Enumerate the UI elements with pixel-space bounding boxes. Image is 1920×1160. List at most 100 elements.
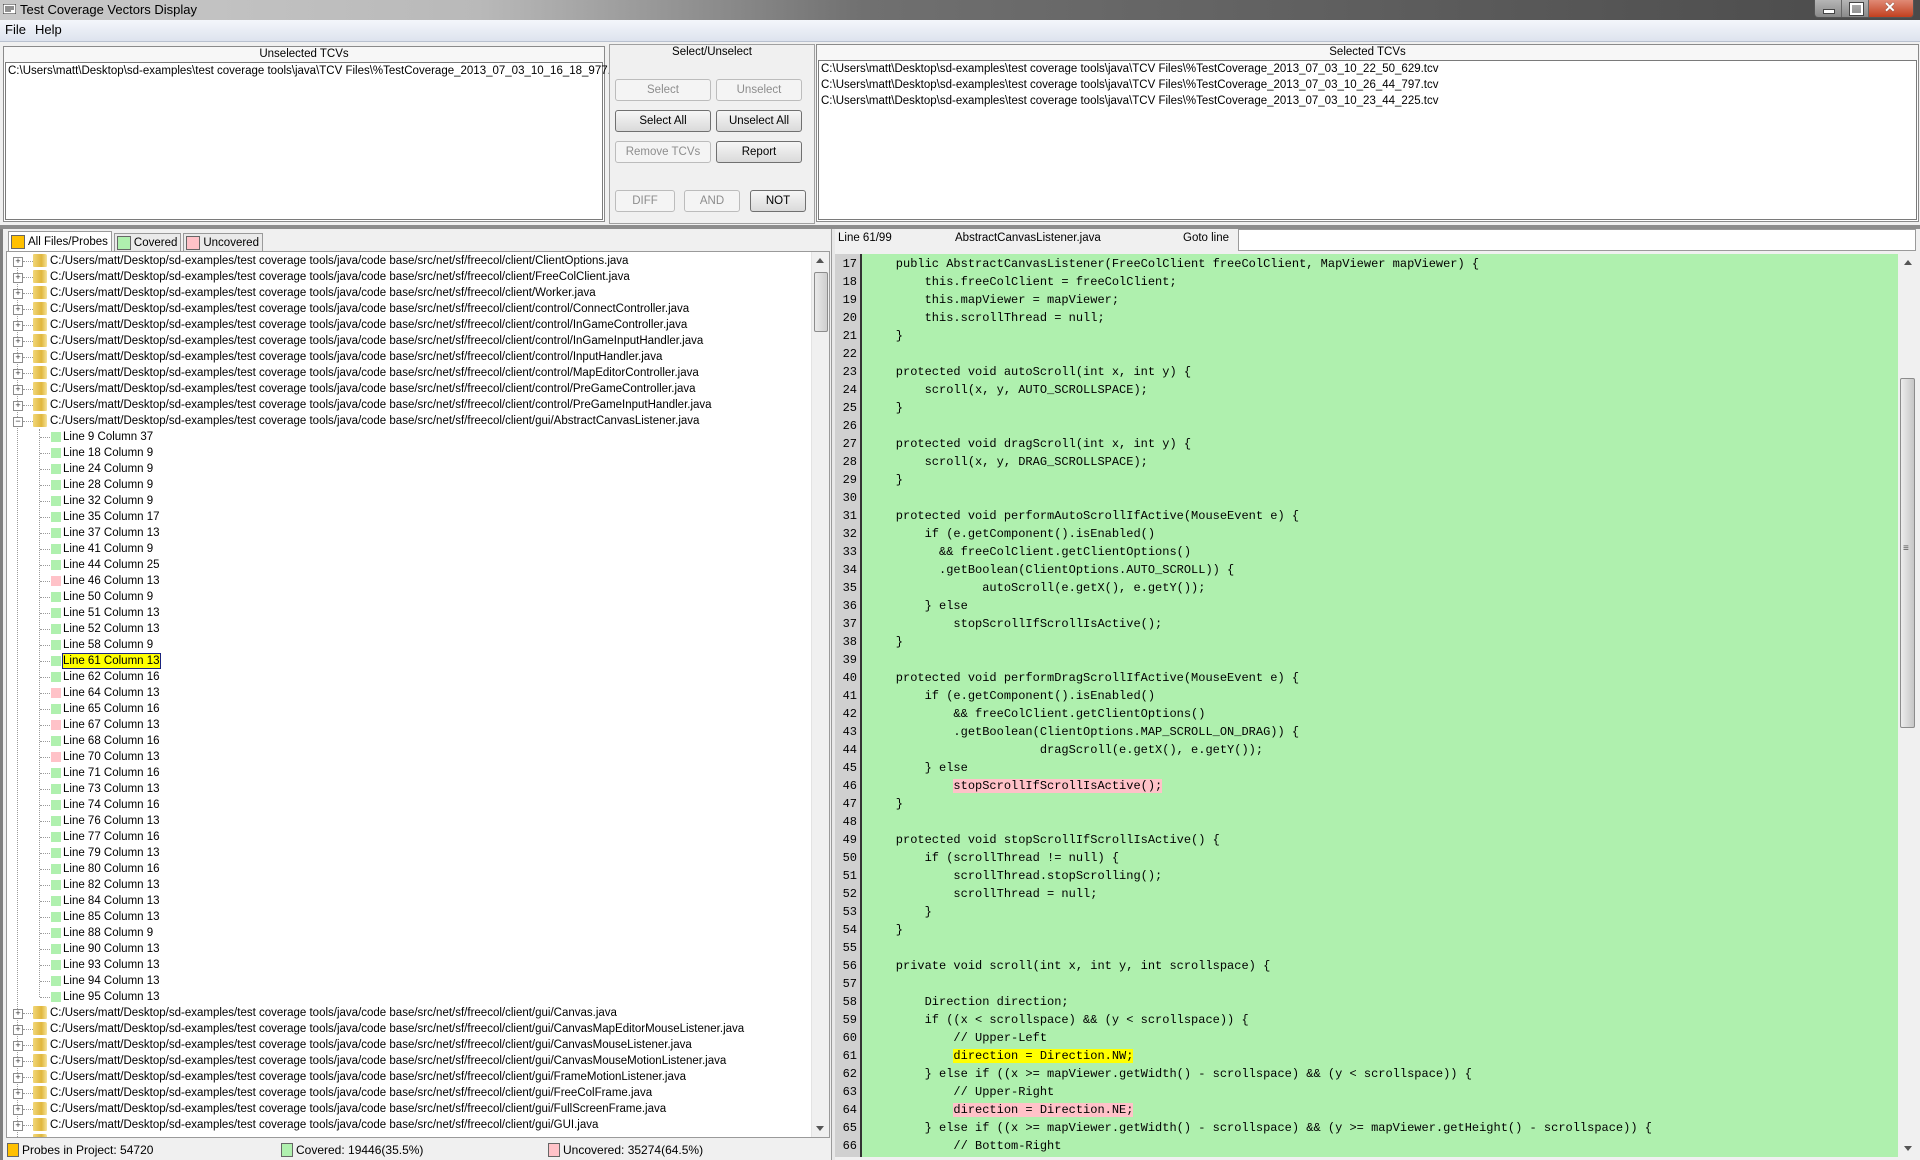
tree-probe-row[interactable]: Line 52 Column 13 [7,621,307,637]
and-button[interactable]: AND [684,190,740,212]
probe-label[interactable]: Line 46 Column 13 [62,573,161,589]
tree-file-label[interactable]: C:/Users/matt/Desktop/sd-examples/test c… [50,397,712,413]
scroll-down-icon[interactable] [816,1126,824,1131]
tab-all-files-probes[interactable]: All Files/Probes [8,231,112,252]
tree-probe-row[interactable]: Line 76 Column 13 [7,813,307,829]
tree-file-label[interactable]: C:/Users/matt/Desktop/sd-examples/test c… [50,1117,598,1133]
tree-file-row[interactable]: − C:/Users/matt/Desktop/sd-examples/test … [7,413,807,429]
probe-label[interactable]: Line 90 Column 13 [62,941,161,957]
tree-file-label[interactable]: C:/Users/matt/Desktop/sd-examples/test c… [50,1101,666,1117]
select-all-button[interactable]: Select All [615,110,711,132]
tree-file-label[interactable]: C:/Users/matt/Desktop/sd-examples/test c… [50,333,703,349]
list-item[interactable]: C:\Users\matt\Desktop\sd-examples\test c… [819,61,1916,77]
probe-label[interactable]: Line 68 Column 16 [62,733,161,749]
tree-file-row[interactable]: + C:/Users/matt/Desktop/sd-examples/test … [7,1053,807,1069]
tree-file-row[interactable]: + C:/Users/matt/Desktop/sd-examples/test … [7,269,807,285]
tree-probe-row[interactable]: Line 74 Column 16 [7,797,307,813]
collapse-icon[interactable]: − [13,417,23,427]
tree-probe-row[interactable]: Line 37 Column 13 [7,525,307,541]
tree-file-row[interactable]: + C:/Users/matt/Desktop/sd-examples/test … [7,1117,807,1133]
probe-label[interactable]: Line 9 Column 37 [62,429,154,445]
tree-file-row[interactable]: + C:/Users/matt/Desktop/sd-examples/test … [7,333,807,349]
probe-label[interactable]: Line 52 Column 13 [62,621,161,637]
probe-label[interactable]: Line 50 Column 9 [62,589,154,605]
tree-probe-row[interactable]: Line 73 Column 13 [7,781,307,797]
tree-file-row[interactable]: + C:/Users/matt/Desktop/sd-examples/test … [7,397,807,413]
expand-icon[interactable]: + [13,353,23,363]
tree-probe-row[interactable]: Line 84 Column 13 [7,893,307,909]
code-view[interactable]: 17 public AbstractCanvasListener(FreeCol… [835,254,1898,1157]
expand-icon[interactable]: + [13,1025,23,1035]
not-button[interactable]: NOT [750,190,806,212]
goto-line-input[interactable] [1238,229,1916,251]
probe-label[interactable]: Line 88 Column 9 [62,925,154,941]
probe-label[interactable]: Line 44 Column 25 [62,557,161,573]
tree-probe-row[interactable]: Line 94 Column 13 [7,973,307,989]
tree-file-row[interactable]: + C:/Users/matt/Desktop/sd-examples/test … [7,1069,807,1085]
expand-icon[interactable]: + [13,257,23,267]
tree-probe-row[interactable]: Line 44 Column 25 [7,557,307,573]
tree-probe-row[interactable]: Line 46 Column 13 [7,573,307,589]
probe-label[interactable]: Line 94 Column 13 [62,973,161,989]
tree-file-label[interactable]: C:/Users/matt/Desktop/sd-examples/test c… [50,1053,726,1069]
tree-file-row[interactable]: + C:/Users/matt/Desktop/sd-examples/test … [7,1085,807,1101]
tree-file-label[interactable]: C:/Users/matt/Desktop/sd-examples/test c… [50,285,596,301]
probe-label[interactable]: Line 70 Column 13 [62,749,161,765]
probe-label[interactable]: Line 84 Column 13 [62,893,161,909]
tree-probe-row[interactable]: Line 35 Column 17 [7,509,307,525]
unselect-all-button[interactable]: Unselect All [716,110,802,132]
tree-probe-row[interactable]: Line 58 Column 9 [7,637,307,653]
probe-label[interactable]: Line 80 Column 16 [62,861,161,877]
tree-probe-row[interactable]: Line 67 Column 13 [7,717,307,733]
tree-probe-row[interactable]: Line 79 Column 13 [7,845,307,861]
tree-file-row[interactable]: + C:/Users/matt/Desktop/sd-examples/test … [7,301,807,317]
probe-label[interactable]: Line 35 Column 17 [62,509,161,525]
report-button[interactable]: Report [716,141,802,163]
expand-icon[interactable]: + [13,305,23,315]
tree-probe-row[interactable]: Line 80 Column 16 [7,861,307,877]
unselect-button[interactable]: Unselect [716,79,802,101]
tree-file-label[interactable]: C:/Users/matt/Desktop/sd-examples/test c… [50,1005,617,1021]
tab-covered[interactable]: Covered [113,233,182,252]
probe-label[interactable]: Line 32 Column 9 [62,493,154,509]
tree-probe-row[interactable]: Line 70 Column 13 [7,749,307,765]
tree-file-label[interactable]: C:/Users/matt/Desktop/sd-examples/test c… [50,1021,744,1037]
probe-label[interactable]: Line 41 Column 9 [62,541,154,557]
tree-probe-row[interactable]: Line 50 Column 9 [7,589,307,605]
tree-probe-row[interactable]: Line 90 Column 13 [7,941,307,957]
select-button[interactable]: Select [615,79,711,101]
tree-file-row[interactable]: + C:/Users/matt/Desktop/sd-examples/test … [7,1005,807,1021]
tree-probe-row[interactable]: Line 71 Column 16 [7,765,307,781]
close-button[interactable]: ✕ [1869,0,1913,17]
probe-label[interactable]: Line 61 Column 13 [62,653,161,669]
expand-icon[interactable]: + [13,385,23,395]
tree-probe-row[interactable]: Line 93 Column 13 [7,957,307,973]
maximize-button[interactable] [1842,0,1869,17]
expand-icon[interactable]: + [13,369,23,379]
tree-file-row[interactable]: + C:/Users/matt/Desktop/sd-examples/test … [7,365,807,381]
tree-probe-row[interactable]: Line 32 Column 9 [7,493,307,509]
tree-file-row[interactable]: + C:/Users/matt/Desktop/sd-examples/test … [7,285,807,301]
probe-label[interactable]: Line 95 Column 13 [62,989,161,1005]
tree-probe-row[interactable]: Line 9 Column 37 [7,429,307,445]
expand-icon[interactable]: + [13,321,23,331]
probe-label[interactable]: Line 65 Column 16 [62,701,161,717]
tab-uncovered[interactable]: Uncovered [183,233,263,252]
probe-label[interactable]: Line 18 Column 9 [62,445,154,461]
probe-label[interactable]: Line 77 Column 16 [62,829,161,845]
tree-probe-row[interactable]: Line 28 Column 9 [7,477,307,493]
tree-file-label[interactable]: C:/Users/matt/Desktop/sd-examples/test c… [50,365,699,381]
probe-label[interactable]: Line 37 Column 13 [62,525,161,541]
tree-file-label[interactable]: C:/Users/matt/Desktop/sd-examples/test c… [50,301,689,317]
tree-file-label[interactable]: C:/Users/matt/Desktop/sd-examples/test c… [50,349,662,365]
expand-icon[interactable]: + [13,1041,23,1051]
tree-file-label[interactable]: C:/Users/matt/Desktop/sd-examples/test c… [50,1069,686,1085]
probe-label[interactable]: Line 51 Column 13 [62,605,161,621]
tree-file-row[interactable]: + C:/Users/matt/Desktop/sd-examples/test … [7,253,807,269]
tree-file-label[interactable]: C:/Users/matt/Desktop/sd-examples/test c… [50,253,628,269]
tree-probe-row[interactable]: Line 68 Column 16 [7,733,307,749]
tree-scrollbar[interactable] [811,252,829,1137]
expand-icon[interactable]: + [13,1009,23,1019]
tree-scroll-thumb[interactable] [814,272,828,332]
probe-label[interactable]: Line 62 Column 16 [62,669,161,685]
